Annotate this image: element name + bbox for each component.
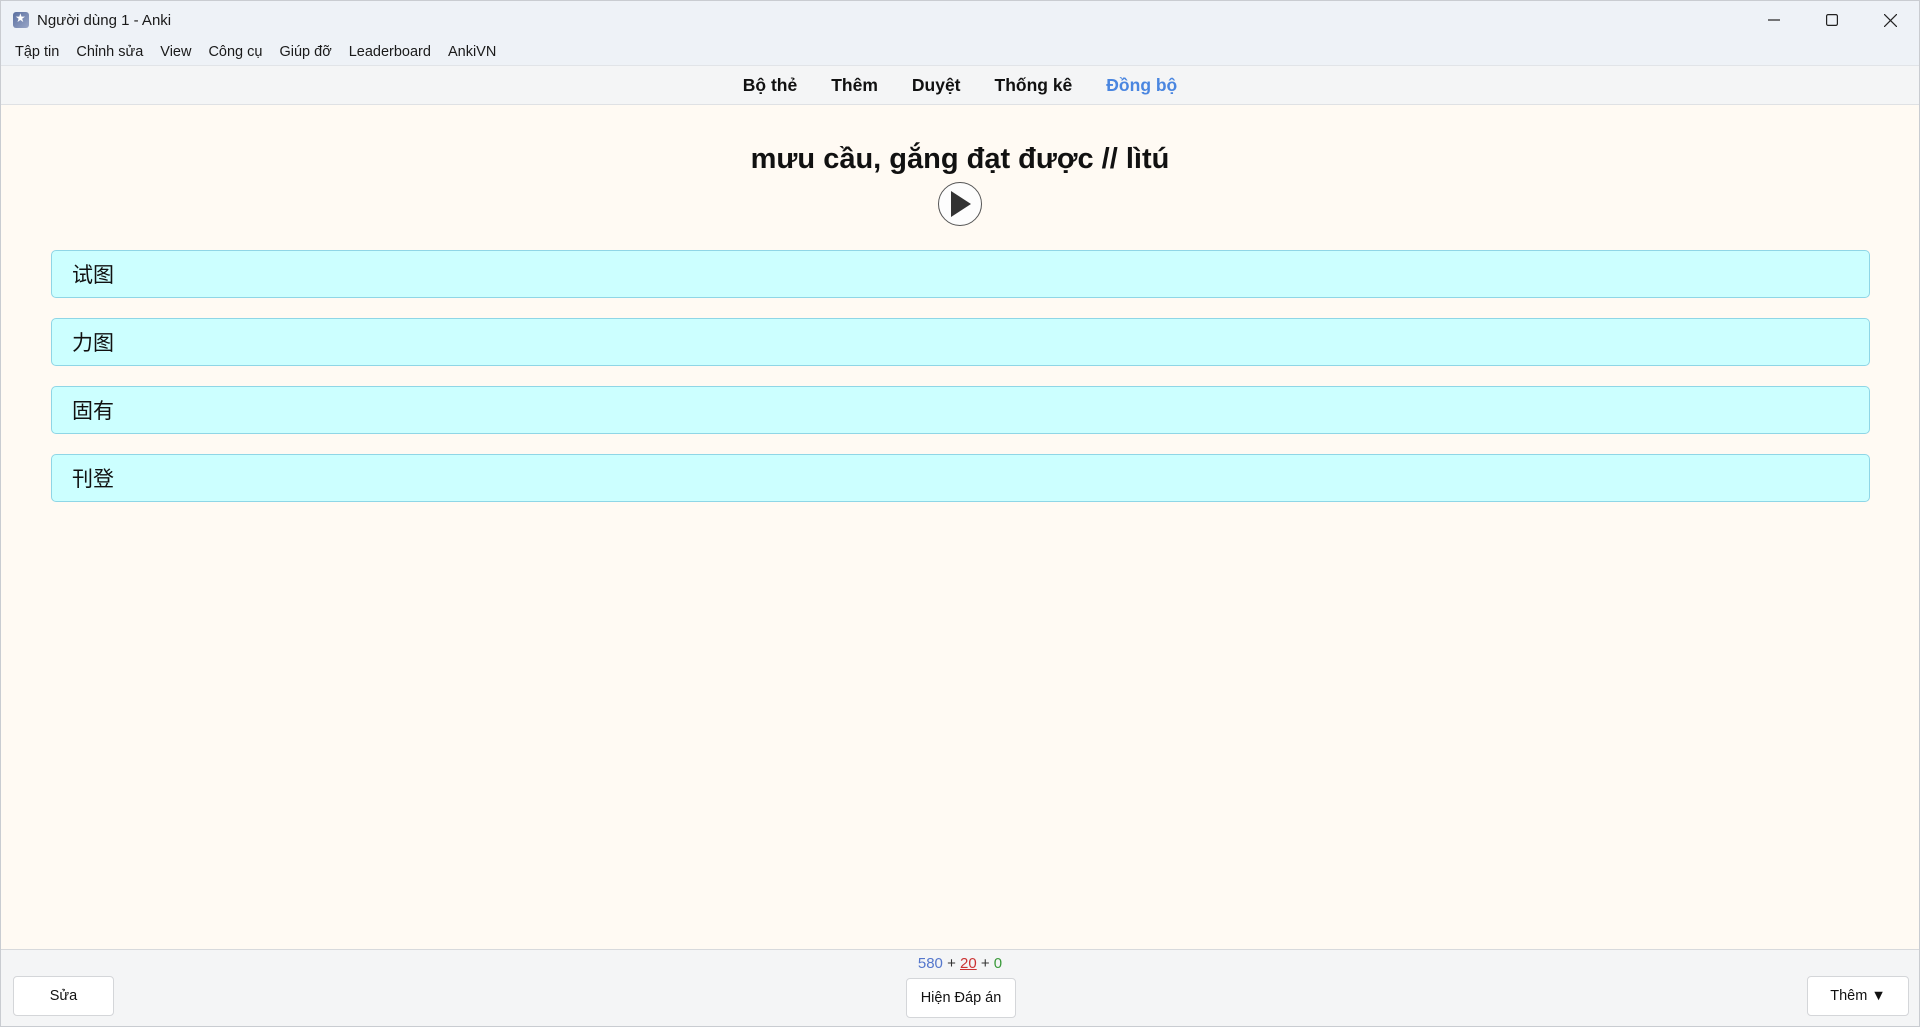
card-review-area: mưu cầu, gắng đạt được // lìtú 试图 力图 固有 …	[1, 105, 1919, 949]
maximize-icon	[1826, 14, 1838, 26]
plus-sign: +	[947, 955, 956, 972]
play-icon	[951, 191, 971, 217]
menu-edit[interactable]: Chỉnh sửa	[68, 42, 151, 62]
answer-option[interactable]: 固有	[51, 386, 1870, 434]
menu-help[interactable]: Giúp đỡ	[271, 42, 339, 62]
more-button[interactable]: Thêm ▼	[1807, 976, 1909, 1016]
close-button[interactable]	[1861, 1, 1919, 39]
edit-button[interactable]: Sửa	[13, 976, 114, 1016]
window-title: Người dùng 1 - Anki	[37, 11, 172, 29]
anki-app-icon	[13, 11, 29, 28]
new-count: 580	[917, 955, 943, 972]
plus-sign: +	[980, 955, 990, 972]
menu-bar: Tập tin Chỉnh sửa View Công cụ Giúp đỡ L…	[1, 39, 1919, 66]
toolbar-browse[interactable]: Duyệt	[912, 75, 961, 96]
menu-tools[interactable]: Công cụ	[200, 42, 270, 62]
title-bar: Người dùng 1 - Anki	[1, 1, 1919, 39]
window-controls	[1745, 1, 1919, 39]
toolbar-decks[interactable]: Bộ thẻ	[743, 75, 797, 96]
bottom-bar: 580 + 20 + 0 Sửa Hiện Đáp án Thêm ▼	[1, 949, 1919, 1026]
main-toolbar: Bộ thẻ Thêm Duyệt Thống kê Đồng bộ	[1, 66, 1919, 105]
answer-option[interactable]: 试图	[51, 250, 1870, 298]
toolbar-stats[interactable]: Thống kê	[995, 75, 1073, 96]
card-question: mưu cầu, gắng đạt được // lìtú	[750, 143, 1170, 175]
close-icon	[1883, 13, 1897, 27]
menu-ankivn[interactable]: AnkiVN	[440, 42, 504, 62]
toolbar-sync[interactable]: Đồng bộ	[1106, 75, 1177, 96]
menu-view[interactable]: View	[152, 42, 199, 62]
menu-file[interactable]: Tập tin	[7, 42, 67, 62]
review-count: 0	[993, 955, 1003, 972]
show-answer-button[interactable]: Hiện Đáp án	[906, 978, 1016, 1018]
play-audio-button[interactable]	[938, 182, 982, 226]
due-counts: 580 + 20 + 0	[1, 955, 1919, 972]
minimize-icon	[1768, 19, 1780, 21]
toolbar-add[interactable]: Thêm	[831, 75, 878, 96]
answer-option[interactable]: 刊登	[51, 454, 1870, 502]
maximize-button[interactable]	[1803, 1, 1861, 39]
minimize-button[interactable]	[1745, 1, 1803, 39]
learning-count: 20	[960, 955, 977, 972]
menu-leaderboard[interactable]: Leaderboard	[341, 42, 439, 62]
anki-window: Người dùng 1 - Anki Tập tin Chỉnh sửa Vi…	[0, 0, 1920, 1027]
answer-options: 试图 力图 固有 刊登	[51, 250, 1870, 502]
answer-option[interactable]: 力图	[51, 318, 1870, 366]
